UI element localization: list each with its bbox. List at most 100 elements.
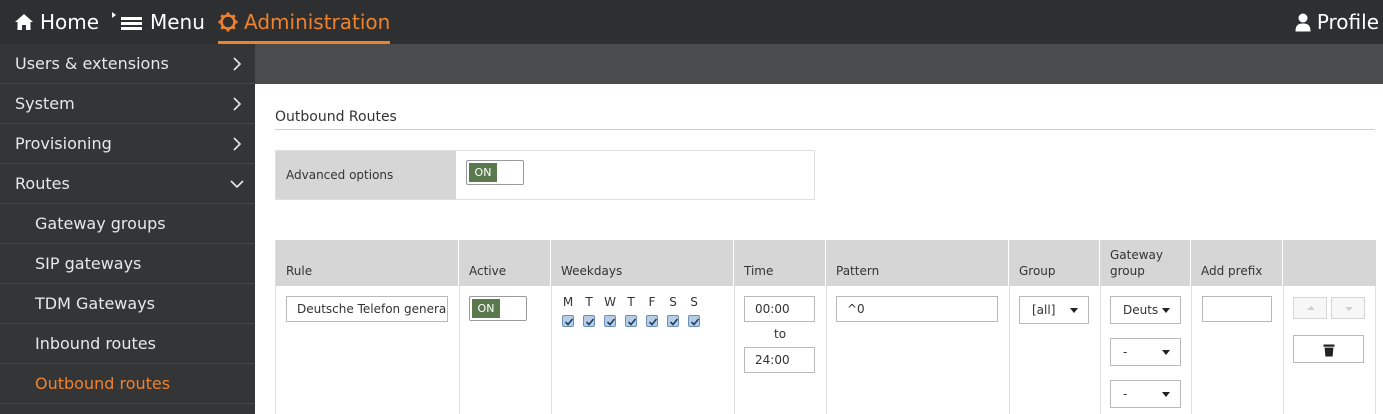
- content-header-band: [255, 44, 1383, 84]
- arrow-down-icon: [1345, 307, 1353, 311]
- rule-name-input[interactable]: Deutsche Telefon general: [286, 296, 448, 322]
- advanced-options-label: Advanced options: [276, 151, 456, 199]
- column-divider: [1283, 286, 1284, 414]
- gateway-group-select-3[interactable]: -: [1110, 380, 1181, 408]
- sidebar-item-label: TDM Gateways: [35, 294, 155, 313]
- nav-menu-label: Menu: [150, 10, 205, 34]
- column-divider: [1009, 286, 1010, 414]
- column-header-rule: Rule: [276, 240, 459, 286]
- column-header-add-prefix: Add prefix: [1191, 240, 1283, 286]
- sidebar-item-label: SIP gateways: [35, 254, 142, 273]
- weekday-checkbox-thu[interactable]: [625, 315, 637, 327]
- checkmark-icon: [648, 318, 658, 326]
- sidebar-item-gateway-groups[interactable]: Gateway groups: [0, 204, 255, 244]
- toggle-on-label: ON: [472, 299, 500, 318]
- weekday-label-fri: F: [648, 295, 656, 309]
- sidebar-item-outbound-routes[interactable]: Outbound routes: [0, 364, 255, 404]
- nav-home-label: Home: [40, 10, 100, 34]
- sidebar-item-provisioning[interactable]: Provisioning: [0, 124, 255, 164]
- weekday-checkbox-sun[interactable]: [688, 315, 700, 327]
- column-header-group: Group: [1009, 240, 1100, 286]
- sidebar-item-label: Routes: [15, 174, 70, 193]
- nav-administration[interactable]: Administration: [218, 0, 391, 44]
- nav-profile-label: Profile: [1316, 10, 1379, 34]
- home-icon: [15, 14, 33, 30]
- column-divider: [459, 286, 460, 414]
- column-header-weekdays: Weekdays: [551, 240, 734, 286]
- checkmark-icon: [627, 318, 637, 326]
- title-divider: [275, 129, 1375, 130]
- time-from-input[interactable]: 00:00: [744, 296, 815, 322]
- sidebar-item-inbound-routes[interactable]: Inbound routes: [0, 324, 255, 364]
- gateway-group-select-value: -: [1123, 387, 1128, 401]
- column-divider: [1191, 286, 1192, 414]
- advanced-options-toggle[interactable]: ON: [466, 160, 524, 185]
- column-header-actions: [1283, 240, 1376, 286]
- column-divider: [826, 286, 827, 414]
- column-header-active: Active: [459, 240, 551, 286]
- sidebar-item-label: System: [15, 94, 75, 113]
- column-divider: [734, 286, 735, 414]
- nav-menu[interactable]: Menu: [110, 0, 205, 44]
- gateway-group-select-value: -: [1123, 345, 1128, 359]
- gateway-group-select-1[interactable]: Deuts: [1110, 296, 1181, 324]
- sidebar-item-routes[interactable]: Routes: [0, 164, 255, 204]
- chevron-right-icon: [233, 137, 242, 151]
- weekday-checkbox-sat[interactable]: [667, 315, 679, 327]
- advanced-options-panel: Advanced options ON: [275, 150, 815, 200]
- weekday-checkbox-wed[interactable]: [604, 315, 616, 327]
- weekday-checkbox-fri[interactable]: [646, 315, 658, 327]
- weekday-checkbox-tue[interactable]: [583, 315, 595, 327]
- chevron-down-icon: [230, 180, 244, 189]
- pattern-input[interactable]: ^0: [836, 296, 998, 322]
- time-to-label: to: [774, 327, 787, 341]
- sidebar-item-label: Gateway groups: [35, 214, 166, 233]
- sidebar-item-label: Inbound routes: [35, 334, 156, 353]
- checkmark-icon: [564, 318, 574, 326]
- gateway-group-select-2[interactable]: -: [1110, 338, 1181, 366]
- move-up-button[interactable]: [1293, 297, 1327, 319]
- gateway-group-select-value: Deuts: [1123, 303, 1159, 317]
- time-to-input[interactable]: 24:00: [744, 347, 815, 373]
- arrow-up-icon: [1307, 306, 1315, 310]
- toggle-on-label: ON: [469, 163, 497, 182]
- checkmark-icon: [690, 318, 700, 326]
- move-down-button[interactable]: [1331, 297, 1365, 319]
- sidebar-item-system[interactable]: System: [0, 84, 255, 124]
- group-select[interactable]: [all]: [1019, 296, 1089, 324]
- weekday-label-wed: W: [604, 295, 616, 309]
- page-title: Outbound Routes: [275, 109, 397, 125]
- column-divider: [1375, 286, 1376, 414]
- sidebar-item-label: Outbound routes: [35, 374, 171, 393]
- sidebar-item-sip-gateways[interactable]: SIP gateways: [0, 244, 255, 284]
- outbound-routes-table: Rule Active Weekdays Time Pattern Group …: [275, 240, 1376, 414]
- sidebar-item-users-extensions[interactable]: Users & extensions: [0, 44, 255, 84]
- sidebar-item-tdm-gateways[interactable]: TDM Gateways: [0, 284, 255, 324]
- delete-route-button[interactable]: [1293, 335, 1364, 363]
- checkmark-icon: [585, 318, 595, 326]
- top-navbar: Home Menu Administration Profile: [0, 0, 1383, 44]
- caret-down-icon: [1162, 392, 1170, 397]
- sidebar: Users & extensions System Provisioning R…: [0, 44, 255, 414]
- user-icon: [1295, 13, 1311, 31]
- nav-profile[interactable]: Profile: [1295, 0, 1379, 44]
- gear-icon: [218, 12, 238, 32]
- chevron-right-icon: [233, 57, 242, 71]
- nav-home[interactable]: Home: [14, 0, 99, 44]
- route-active-toggle[interactable]: ON: [469, 296, 527, 321]
- menu-icon: [112, 12, 142, 30]
- column-header-pattern: Pattern: [826, 240, 1009, 286]
- sidebar-item-label: Provisioning: [15, 134, 112, 153]
- caret-down-icon: [1162, 350, 1170, 355]
- nav-administration-label: Administration: [244, 10, 391, 34]
- weekday-label-mon: M: [562, 295, 574, 309]
- sidebar-item-label: Users & extensions: [15, 54, 169, 73]
- table-header-row: Rule Active Weekdays Time Pattern Group …: [276, 240, 1376, 286]
- weekday-label-tue: T: [585, 295, 593, 309]
- add-prefix-input[interactable]: [1202, 296, 1272, 322]
- column-divider: [1100, 286, 1101, 414]
- weekday-checkbox-mon[interactable]: [562, 315, 574, 327]
- column-header-time: Time: [734, 240, 826, 286]
- checkmark-icon: [669, 318, 679, 326]
- caret-down-icon: [1070, 308, 1078, 313]
